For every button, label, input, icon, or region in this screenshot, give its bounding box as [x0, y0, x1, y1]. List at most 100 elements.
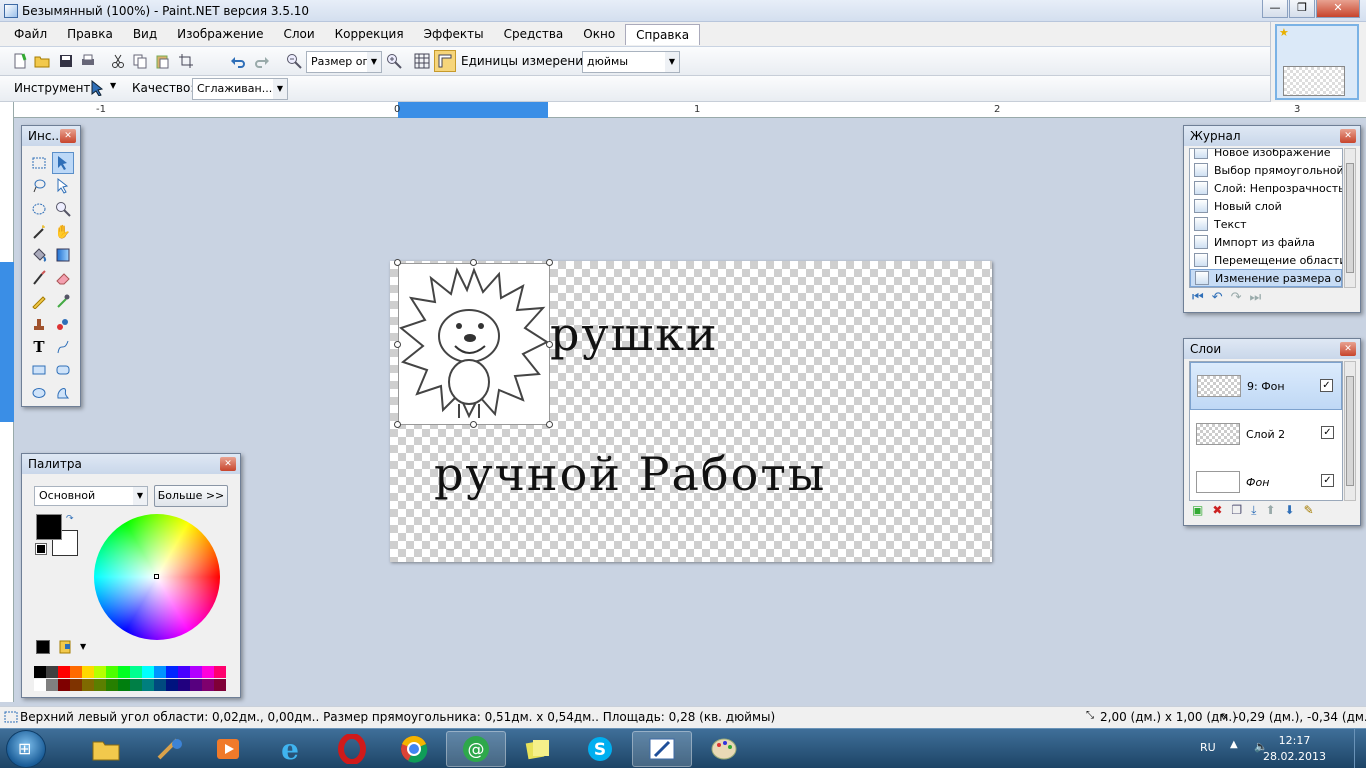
palette-swatch[interactable]	[202, 666, 214, 678]
paint-app-taskbar-button[interactable]	[140, 731, 200, 767]
image-canvas[interactable]: рушки ручной Работы	[390, 259, 992, 562]
language-indicator[interactable]: RU	[1200, 741, 1216, 754]
palette-swatch[interactable]	[118, 679, 130, 691]
start-button[interactable]: ⊞	[6, 730, 46, 768]
history-item[interactable]: Новый слой	[1190, 197, 1342, 215]
palette-swatches[interactable]	[34, 666, 228, 692]
layer-row[interactable]: Слой 2 ✓	[1190, 410, 1342, 458]
show-desktop-button[interactable]	[1354, 729, 1366, 768]
palette-swatch[interactable]	[82, 666, 94, 678]
sticky-notes-taskbar-button[interactable]	[508, 731, 568, 767]
close-icon[interactable]: ✕	[1340, 129, 1356, 143]
crop-icon[interactable]	[178, 53, 194, 69]
menu-effects[interactable]: Эффекты	[414, 24, 494, 44]
move-layer-up-icon[interactable]: ⬆	[1265, 503, 1275, 518]
redo-icon[interactable]	[254, 53, 270, 69]
color-picker-tool[interactable]	[52, 290, 74, 312]
magic-wand-tool[interactable]	[28, 221, 50, 243]
ellipse-select-tool[interactable]	[28, 198, 50, 220]
palette-swatch[interactable]	[34, 666, 46, 678]
fast-forward-to-end-icon[interactable]: ⏭	[1250, 290, 1262, 305]
history-item[interactable]: Перемещение области	[1190, 251, 1342, 269]
menu-utilities[interactable]: Средства	[494, 24, 574, 44]
palette-select[interactable]: Основной ▼	[34, 486, 148, 506]
lasso-select-tool[interactable]	[28, 175, 50, 197]
units-select[interactable]: дюймы ▼	[582, 51, 680, 73]
resize-handle[interactable]	[546, 341, 553, 348]
chrome-taskbar-button[interactable]	[384, 731, 444, 767]
rulers-toggle-button[interactable]	[434, 50, 456, 72]
close-icon[interactable]: ✕	[60, 129, 76, 143]
delete-layer-icon[interactable]: ✖	[1212, 503, 1222, 518]
palette-swatch[interactable]	[142, 666, 154, 678]
palette-swatch[interactable]	[178, 679, 190, 691]
undo-icon[interactable]	[230, 53, 246, 69]
opera-taskbar-button[interactable]	[322, 731, 382, 767]
palette-swatch[interactable]	[178, 666, 190, 678]
resize-handle[interactable]	[546, 421, 553, 428]
move-selected-pixels-tool[interactable]	[52, 175, 74, 197]
palette-swatch[interactable]	[190, 666, 202, 678]
palette-swatch[interactable]	[202, 679, 214, 691]
palette-swatch[interactable]	[58, 666, 70, 678]
clock[interactable]: 12:17 28.02.2013	[1263, 733, 1326, 765]
history-scrollbar[interactable]	[1344, 148, 1356, 288]
line-curve-tool[interactable]	[52, 336, 74, 358]
resize-handle[interactable]	[546, 259, 553, 266]
media-player-taskbar-button[interactable]	[198, 731, 258, 767]
zoom-tool[interactable]	[52, 198, 74, 220]
layer-row-selected[interactable]: 9: Фон ✓	[1190, 362, 1342, 410]
menu-window[interactable]: Окно	[573, 24, 625, 44]
palette-swatch[interactable]	[154, 679, 166, 691]
layer-visibility-checkbox[interactable]: ✓	[1321, 474, 1334, 487]
history-item-selected[interactable]: Изменение размера о...	[1190, 269, 1342, 287]
palette-swatch[interactable]	[58, 679, 70, 691]
paint-bucket-tool[interactable]	[28, 244, 50, 266]
layer-visibility-checkbox[interactable]: ✓	[1320, 379, 1333, 392]
palette-swatch[interactable]	[106, 666, 118, 678]
resize-handle[interactable]	[394, 421, 401, 428]
undo-icon[interactable]: ↶	[1212, 290, 1223, 305]
menu-edit[interactable]: Правка	[57, 24, 123, 44]
resize-handle[interactable]	[394, 259, 401, 266]
copy-icon[interactable]	[132, 53, 148, 69]
palette-swatch[interactable]	[154, 666, 166, 678]
color-wheel[interactable]	[94, 514, 220, 640]
clone-stamp-tool[interactable]	[28, 313, 50, 335]
menu-adjustments[interactable]: Коррекция	[325, 24, 414, 44]
history-item[interactable]: Новое изображение	[1190, 149, 1342, 161]
skype-taskbar-button[interactable]: S	[570, 731, 630, 767]
quality-select[interactable]: Сглаживан... ▼	[192, 78, 288, 100]
palette-swatch[interactable]	[106, 679, 118, 691]
add-layer-icon[interactable]: ▣	[1192, 503, 1203, 518]
layers-scrollbar[interactable]	[1344, 361, 1356, 501]
menu-image[interactable]: Изображение	[167, 24, 273, 44]
move-selection-tool[interactable]	[52, 152, 74, 174]
resize-handle[interactable]	[470, 421, 477, 428]
palette-menu-icon[interactable]	[58, 639, 74, 655]
print-icon[interactable]	[80, 53, 96, 69]
show-hidden-icons-icon[interactable]: ▲	[1230, 739, 1238, 750]
paint-palette-taskbar-button[interactable]	[694, 731, 754, 767]
explorer-taskbar-button[interactable]	[76, 731, 136, 767]
palette-swatch[interactable]	[94, 666, 106, 678]
freeform-shape-tool[interactable]	[52, 382, 74, 404]
palette-swatch[interactable]	[190, 679, 202, 691]
gradient-tool[interactable]	[52, 244, 74, 266]
redo-icon[interactable]: ↷	[1231, 290, 1242, 305]
palette-swatch[interactable]	[130, 666, 142, 678]
menu-help[interactable]: Справка	[625, 23, 701, 45]
text-tool[interactable]: T	[28, 336, 50, 358]
paintnet-taskbar-button[interactable]	[632, 731, 692, 767]
paintbrush-tool[interactable]	[28, 267, 50, 289]
grid-icon[interactable]	[414, 53, 430, 69]
palette-swatch[interactable]	[130, 679, 142, 691]
more-colors-button[interactable]: Больше >>	[154, 485, 228, 507]
palette-swatch[interactable]	[166, 679, 178, 691]
primary-color-swatch[interactable]	[36, 514, 62, 540]
history-item[interactable]: Текст	[1190, 215, 1342, 233]
close-icon[interactable]: ✕	[220, 457, 236, 471]
palette-swatch[interactable]	[34, 679, 46, 691]
pan-tool[interactable]: ✋	[52, 221, 74, 243]
layer-properties-icon[interactable]: ✎	[1304, 503, 1314, 518]
